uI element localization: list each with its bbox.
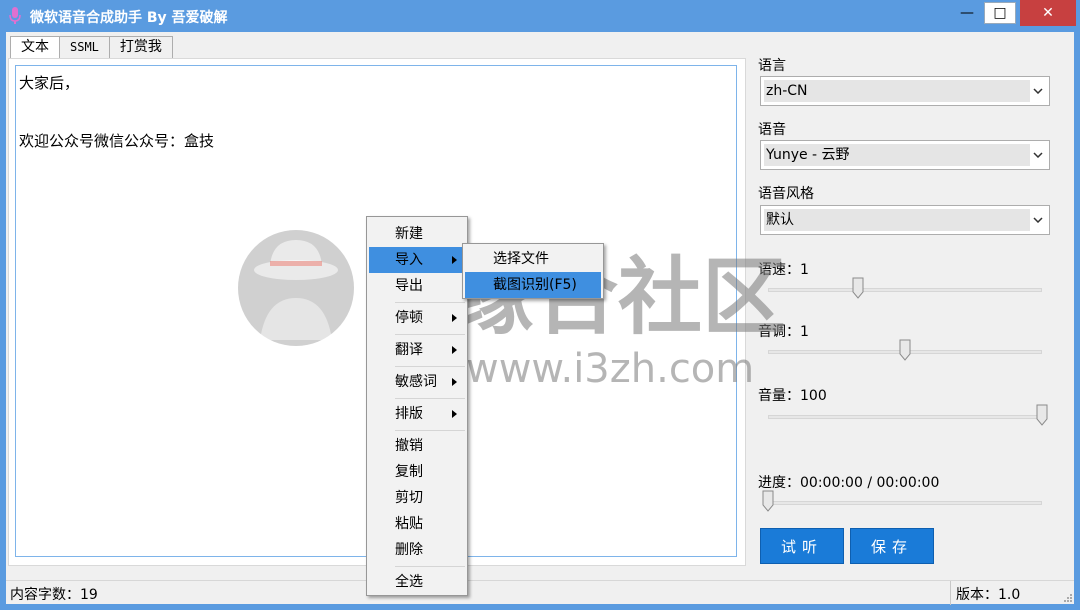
submenu-arrow-icon [452, 410, 457, 418]
progress-label: 进度：00:00:00 / 00:00:00 [758, 475, 940, 491]
title-bar: 微软语音合成助手 By 吾爱破解 — □ ✕ [0, 0, 1080, 32]
minimize-button[interactable]: — [954, 0, 980, 26]
menu-separator [395, 302, 465, 303]
context-menu: 新建 导入 导出 停顿 翻译 敏感词 排版 撤销 复制 剪切 粘贴 删除 全选 [366, 216, 468, 596]
chevron-down-icon [1031, 81, 1045, 101]
slider-thumb[interactable] [1036, 404, 1048, 426]
chevron-down-icon [1031, 145, 1045, 165]
tab-ssml[interactable]: SSML [59, 36, 110, 58]
slider-thumb[interactable] [899, 339, 911, 361]
voice-select[interactable]: Yunye - 云野 [760, 140, 1050, 170]
maximize-button[interactable]: □ [984, 2, 1016, 24]
chevron-down-icon [1031, 210, 1045, 230]
pitch-slider[interactable] [768, 339, 1042, 363]
submenu-arrow-icon [452, 378, 457, 386]
menu-separator [395, 398, 465, 399]
voice-value: Yunye - 云野 [764, 144, 1030, 166]
slider-thumb[interactable] [852, 277, 864, 299]
maximize-icon: □ [993, 5, 1007, 21]
menu-separator [395, 366, 465, 367]
slider-thumb[interactable] [762, 490, 774, 512]
tab-bar: 文本 SSML 打赏我 [10, 36, 173, 60]
close-button[interactable]: ✕ [1020, 0, 1076, 26]
microphone-icon [9, 7, 21, 24]
menu-item-select-all[interactable]: 全选 [369, 569, 465, 595]
version-label: 版本：1.0 [956, 587, 1021, 603]
voice-label: 语音 [758, 122, 786, 138]
minimize-icon: — [960, 5, 974, 21]
import-submenu: 选择文件 截图识别(F5) [462, 243, 604, 299]
preview-button[interactable]: 试听 [760, 528, 844, 564]
pitch-label: 音调：1 [758, 324, 809, 340]
menu-item-pause[interactable]: 停顿 [369, 305, 465, 331]
style-value: 默认 [764, 209, 1030, 231]
window-title: 微软语音合成助手 By 吾爱破解 [30, 10, 228, 26]
menu-separator [395, 430, 465, 431]
submenu-item-choose-file[interactable]: 选择文件 [465, 246, 601, 272]
language-label: 语言 [758, 58, 786, 74]
menu-item-undo[interactable]: 撤销 [369, 433, 465, 459]
status-divider [950, 581, 951, 605]
submenu-arrow-icon [452, 314, 457, 322]
rate-label: 语速：1 [758, 262, 809, 278]
menu-item-sensitive-words[interactable]: 敏感词 [369, 369, 465, 395]
menu-item-new[interactable]: 新建 [369, 221, 465, 247]
submenu-arrow-icon [452, 346, 457, 354]
menu-item-paste[interactable]: 粘贴 [369, 511, 465, 537]
menu-item-delete[interactable]: 删除 [369, 537, 465, 563]
submenu-arrow-icon [452, 256, 457, 264]
menu-item-translate[interactable]: 翻译 [369, 337, 465, 363]
save-button[interactable]: 保存 [850, 528, 934, 564]
language-select[interactable]: zh-CN [760, 76, 1050, 106]
style-select[interactable]: 默认 [760, 205, 1050, 235]
editor-line: 欢迎公众号微信公众号：盒技 [19, 132, 215, 150]
menu-separator [395, 566, 465, 567]
rate-slider[interactable] [768, 277, 1042, 301]
language-value: zh-CN [764, 80, 1030, 102]
progress-slider[interactable] [762, 490, 1042, 514]
status-bar: 内容字数：19 版本：1.0 [6, 580, 1074, 605]
volume-slider[interactable] [768, 404, 1048, 428]
menu-item-cut[interactable]: 剪切 [369, 485, 465, 511]
menu-item-import[interactable]: 导入 [369, 247, 465, 273]
menu-separator [395, 334, 465, 335]
menu-item-layout[interactable]: 排版 [369, 401, 465, 427]
volume-label: 音量：100 [758, 388, 827, 404]
tab-donate[interactable]: 打赏我 [108, 36, 173, 58]
close-icon: ✕ [1042, 5, 1054, 21]
style-label: 语音风格 [758, 186, 814, 202]
editor-line: 大家后， [19, 74, 80, 92]
settings-panel: 语言 zh-CN 语音 Yunye - 云野 语音风格 默认 语速：1 音调：1… [758, 32, 1074, 572]
tab-text[interactable]: 文本 [10, 36, 60, 60]
menu-item-copy[interactable]: 复制 [369, 459, 465, 485]
client-area: 文本 SSML 打赏我 大家后， 欢迎公众号微信公众号：盒技 语言 zh-CN … [6, 32, 1074, 605]
char-count: 内容字数：19 [10, 587, 98, 603]
resize-grip-icon[interactable] [1062, 592, 1072, 602]
menu-item-export[interactable]: 导出 [369, 273, 465, 299]
submenu-item-screenshot-ocr[interactable]: 截图识别(F5) [465, 272, 601, 298]
